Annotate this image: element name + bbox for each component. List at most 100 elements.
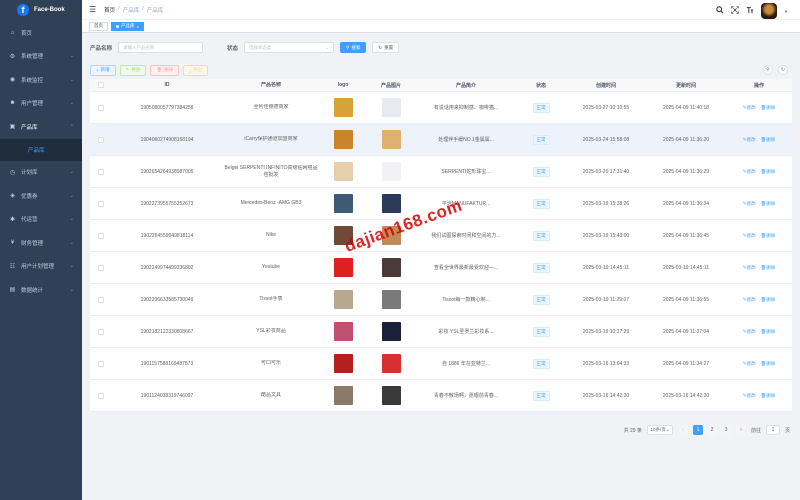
table-row[interactable]: 1902182122330808667 YSL彩妆商品 彩妆 YSL圣罗兰彩妆系..… [90,316,792,348]
cell-description: 青春不散场啊，愿眼前青春... [433,393,499,399]
row-delete-button[interactable]: 🗑删除 [761,329,776,335]
table-row[interactable]: 1905080057797384258 全利佳鲍德商家 有说话用来抑制感、咖啡猫..… [90,92,792,124]
export-button[interactable]: ⤓ 导出 [183,64,209,76]
hamburger-icon[interactable]: ☰ [89,5,96,14]
table-row[interactable]: 1902264559049818114 Nike 我们试图探索时间和空间的力... 正… [90,220,792,252]
row-edit-button[interactable]: ✎修改 [743,105,756,111]
product-image[interactable] [381,290,401,309]
status-select[interactable]: 选择状态类 ⌄ [244,42,335,53]
row-checkbox[interactable] [98,168,104,175]
edit-icon: ✎ [125,67,130,72]
row-checkbox[interactable] [98,200,104,207]
row-delete-button[interactable]: 🗑删除 [761,265,776,271]
product-image[interactable] [381,130,401,149]
sidebar-item-7[interactable]: ✱ 代运营 ⌄ [0,208,82,232]
page-button[interactable]: 2 [706,425,717,435]
select-all-checkbox[interactable] [98,82,104,88]
row-edit-button[interactable]: ✎修改 [743,233,756,239]
table-row[interactable]: 1902273955755252673 Mercedes-Benz -AMG GB… [90,188,792,220]
row-checkbox[interactable] [98,392,104,399]
close-icon[interactable]: × [137,24,139,29]
breadcrumb-item[interactable]: 首页 [104,6,115,14]
page-size-select[interactable]: 10条/页 ⌄ [646,425,673,435]
sidebar-subitem-product-library[interactable]: 产品库 [0,138,82,161]
product-image[interactable] [381,162,401,181]
row-edit-button[interactable]: ✎修改 [743,329,756,335]
row-checkbox[interactable] [98,328,104,335]
edit-button[interactable]: ✎ 修改 [119,64,147,76]
sidebar-item-1[interactable]: ⚙ 系统管理 ⌄ [0,45,82,69]
row-edit-button[interactable]: ✎修改 [743,361,756,367]
sidebar-item-6[interactable]: ◈ 优惠券 ⌄ [0,184,82,208]
row-delete-button[interactable]: 🗑删除 [761,105,776,111]
sidebar-item-9[interactable]: ☷ 用户计划管理 ⌄ [0,255,82,279]
font-size-icon[interactable] [746,6,754,16]
row-edit-button[interactable]: ✎修改 [743,137,756,143]
product-image[interactable] [381,258,401,277]
product-image[interactable] [381,386,401,405]
row-checkbox[interactable] [98,232,104,239]
table-row[interactable]: 1902654264938987005 Belgei SERPENTI INFIN… [90,156,792,188]
goto-page-input[interactable]: 1 [765,425,780,435]
cell-updated-time: 2025-03-16 14:42:20 [662,392,710,399]
avatar[interactable] [761,3,778,19]
sidebar-item-4[interactable]: ▣ 产品库 ⌃ [0,115,82,139]
caret-down-icon[interactable]: ▼ [784,9,788,14]
row-edit-button[interactable]: ✎修改 [743,169,756,175]
row-checkbox[interactable] [98,360,104,367]
product-image[interactable] [381,194,401,213]
row-delete-button[interactable]: 🗑删除 [761,297,776,303]
cell-updated-time: 2025-04-09 11:36:45 [662,232,710,239]
row-delete-button[interactable]: 🗑删除 [761,233,776,239]
tag-home[interactable]: 首页 [89,21,108,31]
brand[interactable]: f Face-Book [0,0,82,20]
row-edit-button[interactable]: ✎修改 [743,201,756,207]
active-dot-icon [116,24,119,28]
search-button[interactable]: ⚲ 搜索 [340,42,367,53]
refresh-icon[interactable]: ↻ [778,65,788,75]
row-checkbox[interactable] [98,136,104,143]
sidebar-item-5[interactable]: ◷ 计划库 ⌄ [0,161,82,185]
row-delete-button[interactable]: 🗑删除 [761,137,776,143]
row-checkbox[interactable] [98,296,104,303]
status-badge: 正常 [532,134,550,145]
prev-page-button[interactable]: ‹ [677,425,688,435]
row-checkbox[interactable] [98,104,104,111]
toggle-search-icon[interactable]: ⚲ [763,65,773,75]
row-edit-button[interactable]: ✎修改 [743,297,756,303]
row-delete-button[interactable]: 🗑删除 [761,361,776,367]
row-delete-label: 删除 [766,200,776,206]
table-row[interactable]: 1904060274908168194 iCarry保护通道加盟商家 处理伴手缓NO… [90,124,792,156]
delete-button[interactable]: 🗑 删除 [150,64,180,76]
fullscreen-icon[interactable] [731,6,739,16]
product-image[interactable] [381,98,401,117]
row-delete-button[interactable]: 🗑删除 [761,169,776,175]
table-row[interactable]: 1901124038319746097 酷品文具 青春不散场啊，愿眼前青春... 正常… [90,380,792,412]
sidebar-item-10[interactable]: ▤ 数据统计 ⌄ [0,278,82,302]
sidebar-item-8[interactable]: ¥ 财务管理 ⌄ [0,231,82,255]
search-icon[interactable] [716,6,724,16]
tag-active[interactable]: 产品库 × [111,21,144,31]
product-image[interactable] [381,322,401,341]
row-checkbox[interactable] [98,264,104,271]
sidebar-item-3[interactable]: ☻ 用户管理 ⌄ [0,92,82,116]
row-delete-button[interactable]: 🗑删除 [761,393,776,399]
sidebar-item-0[interactable]: ⌂ 首页 [0,21,82,45]
sidebar-item-2[interactable]: ◉ 系统监控 ⌄ [0,68,82,92]
cell-created-time: 2025-03-20 17:31:40 [582,168,630,175]
next-page-button[interactable]: › [735,425,746,435]
row-delete-button[interactable]: 🗑删除 [761,201,776,207]
reset-button[interactable]: ↻ 重置 [372,42,400,53]
add-button[interactable]: + 新增 [90,64,116,76]
table-row[interactable]: 1902249974499336802 Youtube 查看全世界最新最受欢迎—..… [90,252,792,284]
table-row[interactable]: 1902206633585730049 Tissot手表 Tissot每一款精心制.… [90,284,792,316]
product-name-input[interactable]: 请输入产品名称 [118,42,204,53]
table-row[interactable]: 1901157588169487873 可口可乐 自 1886 年在亚特兰... 正常… [90,348,792,380]
page-button[interactable]: 1 [692,425,703,435]
row-edit-button[interactable]: ✎修改 [743,393,756,399]
row-edit-button[interactable]: ✎修改 [743,265,756,271]
page-button[interactable]: 3 [720,425,731,435]
cell-description: 查看全世界最新最受欢迎—... [433,265,499,271]
product-image[interactable] [381,226,401,245]
product-image[interactable] [381,354,401,373]
